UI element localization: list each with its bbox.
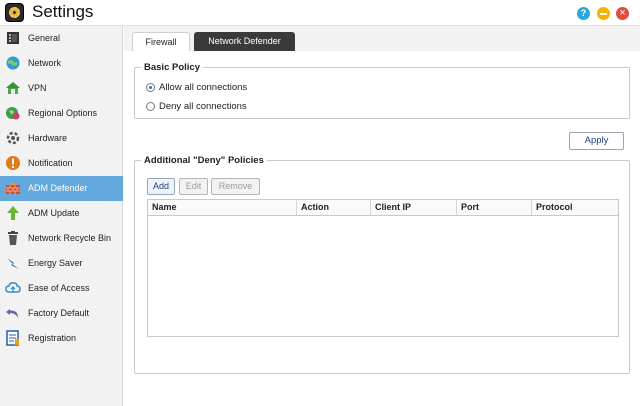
sidebar-item-label: Network: [28, 58, 62, 68]
title-bar: Settings: [0, 0, 640, 26]
allow-all-label: Allow all connections: [159, 82, 248, 93]
sidebar-item-label: General: [28, 33, 61, 43]
general-icon: [5, 30, 21, 46]
sidebar-item-registration[interactable]: Registration: [0, 326, 123, 351]
sidebar-item-label: Network Recycle Bin: [28, 233, 112, 243]
globe-icon: [5, 55, 21, 71]
sidebar-item-label: ADM Defender: [28, 183, 88, 193]
deny-all-label: Deny all connections: [159, 101, 247, 112]
column-header-protocol[interactable]: Protocol: [532, 200, 618, 215]
column-header-client-ip[interactable]: Client IP: [371, 200, 457, 215]
sidebar-item-label: Notification: [28, 158, 73, 168]
sidebar-item-label: Energy Saver: [28, 258, 83, 268]
recycle-bin-icon: [5, 230, 21, 246]
close-icon[interactable]: [616, 6, 629, 20]
sidebar-item-ease-of-access[interactable]: Ease of Access: [0, 276, 123, 301]
edit-button[interactable]: Edit: [179, 178, 208, 195]
table-header: Name Action Client IP Port Protocol: [148, 200, 618, 216]
sidebar-item-adm-defender[interactable]: ADM Defender: [0, 176, 123, 201]
remove-button[interactable]: Remove: [211, 178, 260, 195]
sidebar-item-vpn[interactable]: VPN: [0, 76, 123, 101]
deny-policies-title: Additional "Deny" Policies: [141, 155, 267, 166]
cloud-icon: [5, 280, 21, 296]
sidebar-item-label: Hardware: [28, 133, 68, 143]
settings-app-icon: [5, 3, 24, 22]
sidebar-item-general[interactable]: General: [0, 26, 123, 51]
window-title: Settings: [32, 2, 94, 21]
main-content: Firewall Network Defender Basic Policy A…: [124, 26, 640, 406]
tab-network-defender[interactable]: Network Defender: [194, 32, 295, 51]
sidebar-item-hardware[interactable]: Hardware: [0, 126, 123, 151]
firewall-icon: [5, 180, 21, 196]
sidebar-item-label: Registration: [28, 333, 77, 343]
sidebar-item-adm-update[interactable]: ADM Update: [0, 201, 123, 226]
undo-icon: [5, 305, 21, 321]
apply-button[interactable]: Apply: [569, 132, 624, 150]
basic-policy-title: Basic Policy: [141, 62, 203, 73]
sidebar-item-label: Regional Options: [28, 108, 98, 118]
help-icon[interactable]: [577, 7, 590, 20]
sidebar: General Network VPN Regional Options Har…: [0, 26, 123, 406]
sidebar-item-label: VPN: [28, 83, 47, 93]
energy-icon: [5, 255, 21, 271]
minimize-icon[interactable]: [597, 7, 610, 20]
sidebar-item-network-recycle-bin[interactable]: Network Recycle Bin: [0, 226, 123, 251]
sidebar-item-network[interactable]: Network: [0, 51, 123, 76]
sidebar-item-label: Factory Default: [28, 308, 90, 318]
deny-all-radio[interactable]: [146, 102, 155, 111]
sidebar-item-notification[interactable]: Notification: [0, 151, 123, 176]
allow-all-radio[interactable]: [146, 83, 155, 92]
add-button[interactable]: Add: [147, 178, 175, 195]
update-arrow-icon: [5, 205, 21, 221]
deny-policies-group: Additional "Deny" Policies Add Edit Remo…: [134, 155, 630, 374]
basic-policy-group: Basic Policy Allow all connections Deny …: [134, 62, 630, 119]
sidebar-item-label: ADM Update: [28, 208, 80, 218]
vpn-icon: [5, 80, 21, 96]
column-header-action[interactable]: Action: [297, 200, 371, 215]
tab-firewall[interactable]: Firewall: [132, 32, 190, 51]
notification-icon: [5, 155, 21, 171]
sidebar-item-label: Ease of Access: [28, 283, 90, 293]
sidebar-item-factory-default[interactable]: Factory Default: [0, 301, 123, 326]
column-header-port[interactable]: Port: [457, 200, 532, 215]
column-header-name[interactable]: Name: [148, 200, 297, 215]
registration-icon: [5, 330, 21, 346]
deny-policies-table: Name Action Client IP Port Protocol: [147, 199, 619, 337]
regional-icon: [5, 105, 21, 121]
sidebar-item-regional-options[interactable]: Regional Options: [0, 101, 123, 126]
sidebar-item-energy-saver[interactable]: Energy Saver: [0, 251, 123, 276]
firewall-panel: Basic Policy Allow all connections Deny …: [124, 51, 640, 406]
hardware-icon: [5, 130, 21, 146]
